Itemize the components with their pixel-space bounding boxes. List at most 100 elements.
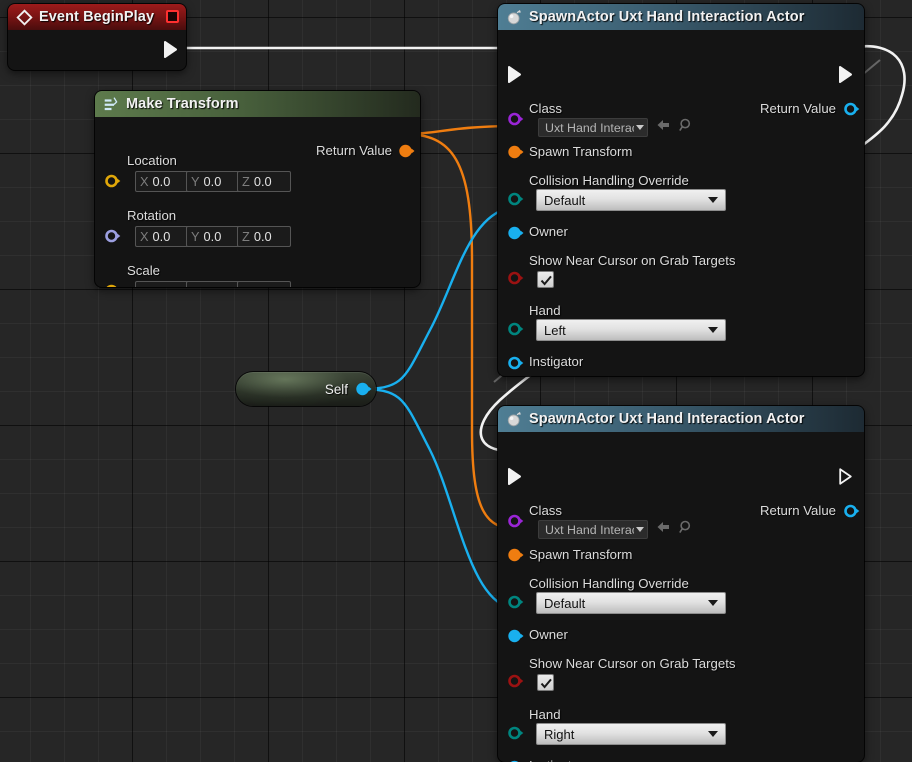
blueprint-graph-canvas[interactable]: Event BeginPlay Make Transform (0, 0, 912, 762)
spawn-actor-left-show-near-cursor-label: Show Near Cursor on Grab Targets (529, 253, 735, 268)
spawn-actor-right-class-pin[interactable] (508, 514, 522, 528)
browse-arrow-icon[interactable] (655, 520, 672, 539)
magnifier-icon[interactable] (679, 520, 694, 539)
spawn-actor-left-exec-out-pin[interactable] (838, 65, 855, 84)
class-combo-box[interactable]: Uxt Hand Interact (538, 118, 648, 137)
value-y: 1.0 (204, 284, 222, 287)
make-transform-body: Return Value Location X 0.0 (95, 117, 420, 287)
spawn-actor-right-spawn-transform-pin[interactable] (508, 548, 522, 562)
spawn-actor-left-collision-pin[interactable] (508, 192, 522, 206)
make-transform-scale-x[interactable]: X 1.0 (135, 281, 189, 287)
spawn-actor-left-collision-label: Collision Handling Override (529, 173, 689, 188)
spawn-actor-right-exec-out-pin[interactable] (838, 467, 855, 486)
make-transform-rotation-x[interactable]: X 0.0 (135, 226, 189, 247)
class-combo-value: Uxt Hand Interact (545, 121, 634, 135)
make-transform-rotation-y[interactable]: Y 0.0 (186, 226, 240, 247)
spawn-actor-right-show-near-cursor-checkbox[interactable] (537, 674, 554, 691)
spawn-actor-left-show-near-cursor-checkbox[interactable] (537, 271, 554, 288)
spawn-actor-left-hand-label: Hand (529, 303, 561, 318)
node-spawn-actor-right[interactable]: SpawnActor Uxt Hand Interaction Actor (498, 406, 864, 762)
chevron-down-icon (636, 527, 644, 532)
spawn-actor-right-owner-label: Owner (529, 627, 568, 642)
value-y: 0.0 (204, 174, 222, 189)
spawn-actor-right-hand-combo[interactable]: Right (536, 723, 726, 745)
node-spawn-actor-left[interactable]: SpawnActor Uxt Hand Interaction Actor (498, 4, 864, 376)
browse-arrow-icon[interactable] (655, 118, 672, 137)
spawn-actor-left-instigator-pin[interactable] (508, 356, 522, 370)
spawn-actor-right-show-near-cursor-pin[interactable] (508, 674, 522, 688)
spawn-actor-right-collision-combo[interactable]: Default (536, 592, 726, 614)
make-transform-header[interactable]: Make Transform (95, 91, 420, 117)
make-transform-location-pin[interactable] (105, 174, 119, 188)
class-combo-value: Uxt Hand Interact (545, 523, 634, 537)
self-node-label: Self (325, 382, 348, 397)
spawn-actor-left-body: Class Uxt Hand Interact (498, 30, 864, 376)
magnifier-icon[interactable] (679, 118, 694, 137)
make-transform-scale-label: Scale (127, 263, 160, 278)
axis-label-y: Y (191, 229, 200, 244)
node-make-transform[interactable]: Make Transform Return Value (95, 91, 420, 287)
make-transform-location-x[interactable]: X 0.0 (135, 171, 189, 192)
chevron-down-icon (708, 600, 718, 606)
node-event-begin-play[interactable]: Event BeginPlay (8, 4, 186, 70)
event-begin-play-title: Event BeginPlay (39, 9, 154, 25)
make-transform-scale-z[interactable]: Z 1.0 (237, 281, 291, 287)
make-transform-title: Make Transform (126, 96, 239, 112)
event-begin-play-exec-out-pin[interactable] (163, 40, 180, 59)
axis-label-y: Y (191, 284, 200, 287)
make-transform-location-z[interactable]: Z 0.0 (237, 171, 291, 192)
spawn-actor-left-header[interactable]: SpawnActor Uxt Hand Interaction Actor (498, 4, 864, 30)
make-transform-location-y[interactable]: Y 0.0 (186, 171, 240, 192)
value-x: 0.0 (153, 174, 171, 189)
axis-label-z: Z (242, 284, 250, 287)
spawn-actor-right-spawn-transform-label: Spawn Transform (529, 547, 632, 562)
spawn-actor-left-spawn-transform-pin[interactable] (508, 145, 522, 159)
spawn-actor-left-owner-pin[interactable] (508, 226, 522, 240)
spawn-actor-left-title: SpawnActor Uxt Hand Interaction Actor (529, 9, 804, 25)
make-transform-scale-pin[interactable] (105, 284, 119, 287)
spawn-actor-left-class-pin[interactable] (508, 112, 522, 126)
spawn-actor-left-hand-pin[interactable] (508, 322, 522, 336)
spawn-actor-right-hand-pin[interactable] (508, 726, 522, 740)
spawn-actor-left-show-near-cursor-pin[interactable] (508, 271, 522, 285)
chevron-down-icon (708, 731, 718, 737)
spawn-actor-left-collision-combo[interactable]: Default (536, 189, 726, 211)
spawn-actor-right-show-near-cursor-label: Show Near Cursor on Grab Targets (529, 656, 735, 671)
spawn-actor-right-owner-pin[interactable] (508, 629, 522, 643)
event-begin-play-header[interactable]: Event BeginPlay (8, 4, 186, 30)
spawn-actor-left-return-pin[interactable] (844, 102, 858, 116)
collision-combo-value: Default (544, 596, 702, 611)
spawn-actor-left-exec-in-pin[interactable] (507, 65, 524, 84)
axis-label-x: X (140, 284, 149, 287)
make-transform-rotation-pin[interactable] (105, 229, 119, 243)
event-delegate-button[interactable] (166, 10, 179, 23)
make-transform-return-label: Return Value (316, 143, 392, 158)
make-transform-scale-y[interactable]: Y 1.0 (186, 281, 240, 287)
spawn-actor-right-exec-in-pin[interactable] (507, 467, 524, 486)
spawn-actor-right-collision-label: Collision Handling Override (529, 576, 689, 591)
make-transform-return-pin[interactable] (399, 144, 413, 158)
spawn-actor-right-header[interactable]: SpawnActor Uxt Hand Interaction Actor (498, 406, 864, 432)
axis-label-x: X (140, 229, 149, 244)
spawn-actor-left-spawn-transform-label: Spawn Transform (529, 144, 632, 159)
spawn-actor-right-return-pin[interactable] (844, 504, 858, 518)
spawn-actor-left-hand-combo[interactable]: Left (536, 319, 726, 341)
axis-label-x: X (140, 174, 149, 189)
spawn-actor-right-collision-pin[interactable] (508, 595, 522, 609)
value-z: 0.0 (254, 229, 272, 244)
make-transform-rotation-z[interactable]: Z 0.0 (237, 226, 291, 247)
hand-combo-value: Left (544, 323, 702, 338)
self-node-output-pin[interactable] (356, 382, 370, 396)
spawn-actor-left-class-picker[interactable]: Uxt Hand Interact (538, 118, 694, 137)
value-z: 0.0 (254, 174, 272, 189)
class-combo-box[interactable]: Uxt Hand Interact (538, 520, 648, 539)
spawn-actor-right-hand-label: Hand (529, 707, 561, 722)
chevron-down-icon (708, 197, 718, 203)
spawn-actor-left-return-label: Return Value (760, 101, 836, 116)
node-self[interactable]: Self (236, 372, 376, 406)
event-diamond-icon (16, 9, 33, 26)
value-z: 1.0 (254, 284, 272, 287)
value-x: 0.0 (153, 229, 171, 244)
spawn-actor-right-body: Class Uxt Hand Interact (498, 432, 864, 762)
spawn-actor-right-class-picker[interactable]: Uxt Hand Interact (538, 520, 694, 539)
